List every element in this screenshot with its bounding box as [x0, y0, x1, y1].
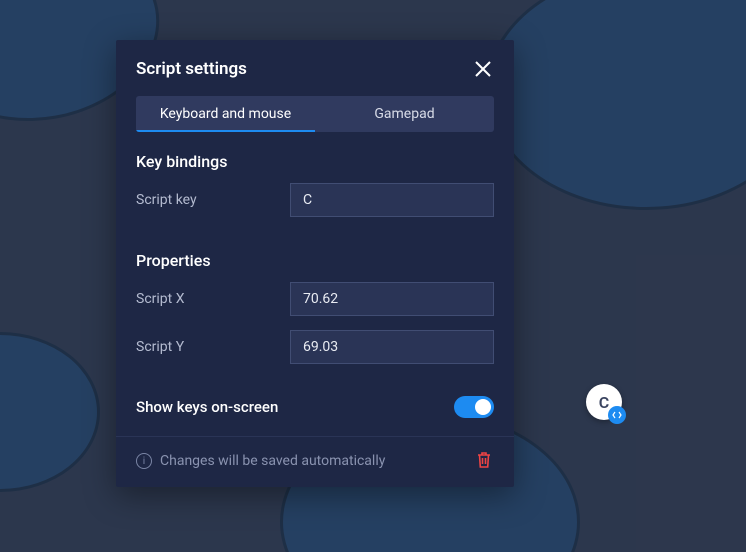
dialog-title: Script settings: [136, 59, 247, 79]
autosave-info-text: Changes will be saved automatically: [160, 453, 385, 469]
trash-icon: [476, 451, 492, 469]
info-icon: i: [136, 453, 152, 469]
script-x-label: Script X: [136, 291, 290, 307]
on-screen-key-badge[interactable]: C: [586, 384, 622, 420]
key-bindings-heading: Key bindings: [136, 152, 494, 171]
delete-button[interactable]: [476, 451, 494, 471]
show-keys-toggle[interactable]: [454, 396, 494, 418]
tab-gamepad[interactable]: Gamepad: [315, 96, 494, 132]
script-key-label: Script key: [136, 192, 290, 208]
show-keys-label: Show keys on-screen: [136, 398, 278, 416]
script-y-label: Script Y: [136, 339, 290, 355]
tab-keyboard-and-mouse[interactable]: Keyboard and mouse: [136, 96, 315, 132]
tab-bar: Keyboard and mouse Gamepad: [136, 96, 494, 132]
properties-heading: Properties: [136, 251, 494, 270]
on-screen-key-text: C: [599, 393, 609, 412]
close-icon: [474, 60, 492, 78]
close-button[interactable]: [472, 58, 494, 80]
script-y-input[interactable]: [290, 330, 494, 364]
script-settings-dialog: Script settings Keyboard and mouse Gamep…: [116, 40, 514, 487]
script-badge-icon: [608, 406, 626, 424]
script-x-input[interactable]: [290, 282, 494, 316]
script-key-input[interactable]: [290, 183, 494, 217]
